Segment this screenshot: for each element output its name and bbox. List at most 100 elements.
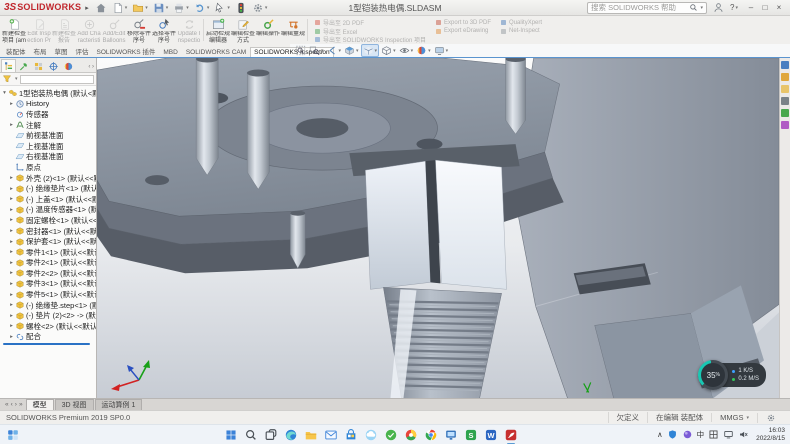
graphics-area[interactable]: 35% 1 K/S 0.2 M/S xyxy=(97,58,790,398)
expand-arrow[interactable]: ▸ xyxy=(8,313,15,319)
edit-gauges-button[interactable]: 编辑量规 xyxy=(281,17,305,43)
panel-tab-scroll-arrows[interactable]: ‹ › xyxy=(88,64,95,72)
minimize-button[interactable]: – xyxy=(744,3,758,12)
login-button[interactable] xyxy=(711,1,726,15)
tree-item[interactable]: ▸外壳 (2)<1> (默认<<默认>_显示状 xyxy=(1,173,96,184)
taskbar-task-view-button[interactable] xyxy=(263,427,279,443)
panel-tab-featuremanager[interactable] xyxy=(1,59,16,72)
view-palette-icon[interactable] xyxy=(781,97,789,105)
home-button[interactable] xyxy=(93,1,109,15)
tree-root[interactable]: ▾1型铠装热电偶 (默认<默认>_显示状态-1 xyxy=(1,88,96,99)
expand-arrow[interactable]: ▸ xyxy=(8,292,15,298)
options-button[interactable]: ▾ xyxy=(250,1,270,15)
expand-arrow[interactable]: ▸ xyxy=(8,186,15,192)
expand-arrow[interactable]: ▸ xyxy=(8,207,15,213)
tree-item[interactable]: ▸螺栓<2> (默认<<默认>_显示状态 xyxy=(1,321,96,332)
tab-scroll-arrow[interactable]: ‹ xyxy=(11,401,13,408)
tree-item[interactable]: 右视基准面 xyxy=(1,152,96,163)
update-inspection-project-button[interactable]: Update Inspection Project xyxy=(177,17,201,43)
tree-item[interactable]: 原点 xyxy=(1,162,96,173)
expand-arrow[interactable]: ▸ xyxy=(8,175,15,181)
status-options[interactable] xyxy=(757,413,784,423)
rebuild-button[interactable] xyxy=(233,1,249,15)
model-viewport[interactable] xyxy=(97,58,779,398)
zoom-fit-button[interactable] xyxy=(294,44,307,57)
tree-item[interactable]: ▸History xyxy=(1,99,96,110)
tree-item[interactable]: ▸(-) 绝缘垫片<1> (默认<<默认>_显示 xyxy=(1,183,96,194)
taskbar-edge-button[interactable] xyxy=(283,427,299,443)
tree-item[interactable]: ▸(-) 上盖<1> (默认<<默认>_显示状 xyxy=(1,194,96,205)
add-edit-balloons-button[interactable]: Add/Edit Balloons xyxy=(102,17,126,43)
dropdown-arrow[interactable]: ▾ xyxy=(746,415,749,421)
panel-tab-configurationmanager[interactable] xyxy=(31,59,46,72)
dropdown-arrow[interactable]: ▾ xyxy=(265,5,268,11)
remove-balloons-button[interactable]: 移除零件序号 xyxy=(127,17,151,43)
expand-arrow[interactable]: ▸ xyxy=(8,101,15,107)
expand-arrow[interactable]: ▸ xyxy=(8,281,15,287)
dropdown-arrow[interactable]: ▾ xyxy=(428,48,431,54)
status-item[interactable]: MMGS▾ xyxy=(711,413,757,422)
tree-item[interactable]: ▸(-) 垫片 (2)<2> -> (默认<<默认 xyxy=(1,310,96,321)
edit-operations-button[interactable]: 编辑操作 xyxy=(256,17,280,43)
zoom-area-button[interactable]: ▾ xyxy=(308,44,325,57)
tree-item[interactable]: ▸(-) 绝缘垫.step<1> (默认<<默认> xyxy=(1,300,96,311)
expand-arrow[interactable]: ▸ xyxy=(8,122,15,128)
tree-item[interactable]: ▸零件2<2> (默认<<默认>_显示状态 xyxy=(1,268,96,279)
tree-item[interactable]: ▸固定螺栓<1> (默认<<默认>_显示 xyxy=(1,215,96,226)
panel-tab-propertymanager[interactable] xyxy=(16,59,31,72)
appearances-scenes-icon[interactable] xyxy=(781,109,789,117)
export-edrawing-button[interactable]: Export eDrawing xyxy=(435,28,491,36)
expand-arrow[interactable]: ▸ xyxy=(8,270,15,276)
filter-funnel-icon[interactable] xyxy=(2,74,12,84)
ribbon-tab-布局[interactable]: 布局 xyxy=(30,44,51,57)
expand-arrow[interactable]: ▸ xyxy=(8,302,15,308)
select-balloons-button[interactable]: 选择零件序号 xyxy=(152,17,176,43)
taskbar-chrome-button[interactable] xyxy=(423,427,439,443)
dropdown-arrow[interactable]: ▾ xyxy=(411,48,414,54)
tree-item[interactable]: ▸零件3<1> (默认<<默认>_显示状态 xyxy=(1,279,96,290)
tray-monitor-button[interactable] xyxy=(723,429,734,440)
taskbar-clock[interactable]: 16:032022/8/15 xyxy=(756,427,785,442)
solidworks-resources-icon[interactable] xyxy=(781,61,789,69)
menu-flyout-arrow[interactable]: ▸ xyxy=(85,4,89,12)
tree-item[interactable]: ▸零件1<1> (默认<<默认>_显示状态 xyxy=(1,247,96,258)
qualityxpert-button[interactable]: QualityXpert xyxy=(500,19,542,27)
section-view-button[interactable]: ▾ xyxy=(343,44,360,57)
net-inspect-button[interactable]: Net-Inspect xyxy=(500,28,542,36)
tree-item[interactable]: 前视基准面 xyxy=(1,130,96,141)
expand-arrow[interactable]: ▸ xyxy=(8,196,15,202)
tab-scroll-arrow[interactable]: « xyxy=(5,401,9,408)
dropdown-arrow[interactable]: ▾ xyxy=(166,5,169,11)
performance-widget[interactable]: 35% 1 K/S 0.2 M/S xyxy=(698,360,766,390)
taskbar-solidworks-button[interactable] xyxy=(503,427,519,443)
edit-inspection-project-button[interactable]: Edit Inspection Project xyxy=(27,17,51,43)
taskbar-app-wheel-button[interactable] xyxy=(403,427,419,443)
search-icon[interactable] xyxy=(689,3,698,12)
custom-properties-icon[interactable] xyxy=(781,121,789,129)
filter-dropdown-arrow[interactable]: ▾ xyxy=(15,76,18,82)
view-orientation-button[interactable]: ▾ xyxy=(361,44,380,57)
hide-show-items-button[interactable]: ▾ xyxy=(398,44,415,57)
launch-inspection-editor-button[interactable]: 启动检规编辑器 xyxy=(206,17,230,43)
expand-arrow[interactable]: ▸ xyxy=(8,239,15,245)
tree-item[interactable]: ▸(-) 温度传感器<1> (默认<<默认>_ xyxy=(1,205,96,216)
dropdown-arrow[interactable]: ▾ xyxy=(393,48,396,54)
dropdown-arrow[interactable]: ▾ xyxy=(321,48,324,54)
expand-arrow[interactable]: ▸ xyxy=(8,323,15,329)
ribbon-tab-草图[interactable]: 草图 xyxy=(51,44,72,57)
search-dropdown-arrow[interactable]: ▾ xyxy=(701,5,704,11)
tray-volume-button[interactable] xyxy=(738,429,749,440)
expand-arrow[interactable]: ▸ xyxy=(8,217,15,223)
close-button[interactable]: × xyxy=(772,3,786,12)
taskbar-wps-button[interactable]: S xyxy=(463,427,479,443)
open-button[interactable]: ▾ xyxy=(130,1,150,15)
previous-view-button[interactable]: ▾ xyxy=(326,44,343,57)
dropdown-arrow[interactable]: ▾ xyxy=(227,5,230,11)
filter-input[interactable] xyxy=(20,75,94,84)
expand-arrow[interactable]: ▸ xyxy=(8,260,15,266)
taskbar-search-button[interactable] xyxy=(243,427,259,443)
document-tab-运动算例-1[interactable]: 运动算例 1 xyxy=(95,399,143,410)
ribbon-tab-mbd[interactable]: MBD xyxy=(159,47,181,57)
taskbar-start-button[interactable] xyxy=(223,427,239,443)
taskbar-app-cloud-button[interactable] xyxy=(363,427,379,443)
